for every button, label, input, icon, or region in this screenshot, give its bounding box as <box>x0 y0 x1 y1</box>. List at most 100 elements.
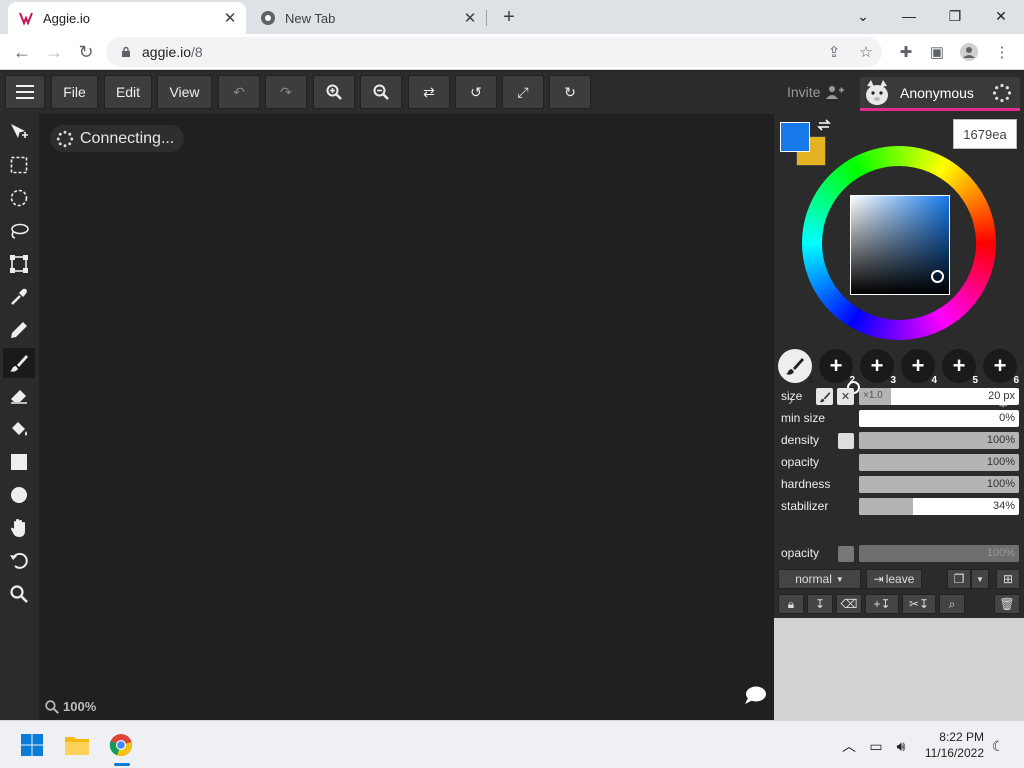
add-layer-button[interactable]: ⊞ <box>996 569 1020 589</box>
eyedropper-tool[interactable] <box>3 282 35 312</box>
brush-slot-3[interactable]: +3 <box>860 349 896 386</box>
primary-color-swatch[interactable] <box>780 122 810 152</box>
layer-opacity-checkbox[interactable] <box>838 546 854 562</box>
close-icon[interactable]: ✕ <box>460 8 480 28</box>
layer-opacity-slider[interactable]: 100% <box>859 545 1019 562</box>
chrome-taskbar-icon[interactable] <box>107 731 135 759</box>
redo-icon: ↷ <box>280 83 292 100</box>
url-input[interactable]: aggie.io/8 <box>106 37 882 67</box>
new-tab-button[interactable]: + <box>497 5 521 29</box>
forward-button[interactable]: → <box>40 38 68 66</box>
reset-size-button[interactable]: ✕ <box>837 388 854 405</box>
tab-new-tab[interactable]: New Tab ✕ <box>250 2 486 34</box>
window-close-button[interactable]: ✕ <box>978 0 1024 32</box>
density-pressure-checkbox[interactable] <box>838 433 854 449</box>
duplicate-layer-button[interactable]: ❐ <box>947 569 971 589</box>
drawing-canvas[interactable]: Connecting... 100% <box>39 114 774 720</box>
brush-slot-4[interactable]: +4 <box>901 349 937 386</box>
zoom-indicator[interactable]: 100% <box>45 699 96 714</box>
min-size-slider[interactable]: 0% <box>859 410 1019 427</box>
rect-select-tool[interactable] <box>3 150 35 180</box>
merge-down-button[interactable]: ↧ <box>807 594 833 614</box>
brush-tool[interactable] <box>3 348 35 378</box>
circle-icon <box>11 487 27 503</box>
clear-layer-button[interactable]: ⌫ <box>836 594 862 614</box>
invite-button[interactable]: Invite <box>787 84 845 100</box>
delete-layer-button[interactable]: 🗑︎ <box>994 594 1020 614</box>
paste-down-button[interactable]: +↧ <box>865 594 899 614</box>
size-multiplier: ×1.0 <box>863 390 883 401</box>
side-panel-icon[interactable]: ▣ <box>923 38 951 66</box>
lasso-icon <box>11 223 29 239</box>
density-slider[interactable]: 100% <box>859 432 1019 449</box>
file-menu-button[interactable]: File <box>51 75 98 109</box>
pencil-tool[interactable] <box>3 315 35 345</box>
restore-button[interactable]: ❐ <box>932 0 978 32</box>
share-icon[interactable]: ⇪ <box>820 38 848 66</box>
reload-button[interactable]: ↻ <box>72 38 100 66</box>
hamburger-menu-button[interactable] <box>5 75 45 109</box>
layer-list[interactable] <box>774 618 1024 720</box>
blend-mode-select[interactable]: normal ▼ <box>778 569 861 589</box>
chat-button[interactable] <box>744 685 766 710</box>
cut-down-button[interactable]: ✂↧ <box>902 594 936 614</box>
bookmark-star-icon[interactable]: ☆ <box>852 38 880 66</box>
chevron-up-icon[interactable]: ︿ <box>839 736 859 756</box>
undo-button[interactable]: ↶ <box>218 75 260 109</box>
rotate-view-tool[interactable] <box>3 546 35 576</box>
extensions-icon[interactable]: ✚ <box>892 38 920 66</box>
sv-picker-handle[interactable] <box>931 270 944 283</box>
system-clock[interactable]: 8:22 PM 11/16/2022 <box>920 729 984 761</box>
transform-tool[interactable] <box>3 249 35 279</box>
rectangle-tool[interactable] <box>3 447 35 477</box>
volume-icon[interactable]: 🔊︎ <box>891 736 911 756</box>
pressure-size-toggle[interactable] <box>816 388 833 405</box>
brush-slot-5[interactable]: +5 <box>942 349 978 386</box>
stabilizer-slider[interactable]: 34% <box>859 498 1019 515</box>
opacity-slider[interactable]: 100% <box>859 454 1019 471</box>
brush-slot-2[interactable]: +2 <box>819 349 855 386</box>
ellipse-select-tool[interactable] <box>3 183 35 213</box>
rotate-left-button[interactable]: ↺ <box>455 75 497 109</box>
view-menu-button[interactable]: View <box>157 75 212 109</box>
ellipse-tool[interactable] <box>3 480 35 510</box>
network-icon[interactable]: ▭ <box>866 736 886 756</box>
moon-icon[interactable]: ☾ <box>988 736 1008 756</box>
leave-button[interactable]: ⇥ leave <box>866 569 922 589</box>
zoom-tool[interactable] <box>3 579 35 609</box>
layer-options-dropdown[interactable]: ▼ <box>971 569 989 589</box>
windows-start-icon[interactable] <box>18 731 46 759</box>
back-button[interactable]: ← <box>8 38 36 66</box>
hand-tool[interactable] <box>3 513 35 543</box>
file-explorer-icon[interactable] <box>63 731 91 759</box>
tab-aggie[interactable]: Aggie.io ✕ <box>8 2 246 34</box>
minimize-button[interactable]: — <box>886 0 932 32</box>
edit-menu-button[interactable]: Edit <box>104 75 152 109</box>
chrome-menu-icon[interactable]: ⋮ <box>988 38 1016 66</box>
move-arrow-icon <box>11 124 28 138</box>
fill-tool[interactable] <box>3 414 35 444</box>
tab-search-icon[interactable]: ⌄ <box>840 0 886 32</box>
swap-colors-icon[interactable] <box>816 118 832 132</box>
zoom-in-button[interactable] <box>313 75 355 109</box>
fullscreen-button[interactable]: ⤢ <box>502 75 544 109</box>
brush-slot-6[interactable]: +6 <box>983 349 1019 386</box>
eraser-tool[interactable] <box>3 381 35 411</box>
brush-slot-1[interactable]: 1 <box>778 349 814 386</box>
layer-zoom-button[interactable]: ⌕ <box>939 594 965 614</box>
profile-icon[interactable] <box>955 38 983 66</box>
loading-spinner-icon <box>56 130 74 147</box>
size-slider[interactable]: ×1.0 20 px <box>859 388 1019 405</box>
lock-layer-button[interactable]: 🔒︎ <box>778 594 804 614</box>
rotate-right-button[interactable]: ↻ <box>549 75 591 109</box>
lasso-tool[interactable] <box>3 216 35 246</box>
hex-color-input[interactable]: 1679ea <box>953 119 1017 149</box>
zoom-out-button[interactable] <box>360 75 402 109</box>
flip-button[interactable]: ⇄ <box>408 75 450 109</box>
close-icon[interactable]: ✕ <box>220 8 240 28</box>
hardness-slider[interactable]: 100% <box>859 476 1019 493</box>
user-badge[interactable]: Anonymous <box>860 77 1020 111</box>
transform-icon <box>10 255 28 273</box>
move-tool[interactable] <box>3 117 35 147</box>
redo-button[interactable]: ↷ <box>265 75 307 109</box>
